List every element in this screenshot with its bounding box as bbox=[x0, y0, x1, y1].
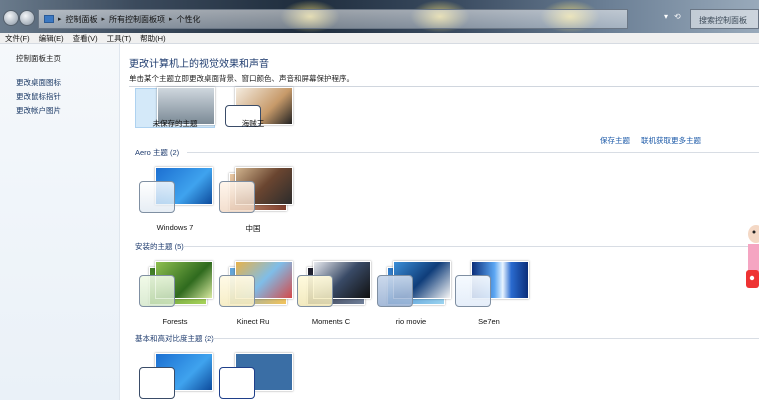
theme-color-chip bbox=[219, 367, 255, 399]
menu-file[interactable]: 文件(F) bbox=[5, 33, 30, 43]
theme-label-moments: Moments C bbox=[311, 317, 351, 326]
menu-view[interactable]: 查看(V) bbox=[73, 33, 98, 43]
breadcrumb-all-items[interactable]: 所有控制面板项 bbox=[109, 14, 165, 25]
group-title-aero: Aero 主题 (2) bbox=[135, 148, 180, 157]
theme-color-chip bbox=[139, 275, 175, 307]
theme-rio[interactable] bbox=[375, 261, 455, 307]
menubar: 文件(F) 编辑(E) 查看(V) 工具(T) 帮助(H) bbox=[0, 33, 759, 44]
mascot-icon bbox=[746, 225, 759, 288]
theme-color-chip bbox=[297, 275, 333, 307]
group-divider bbox=[183, 246, 759, 247]
theme-label-forests: Forests bbox=[162, 317, 188, 326]
sidebar-link-desktop-icons[interactable]: 更改桌面图标 bbox=[16, 77, 119, 88]
theme-label-kinect: Kinect Ru bbox=[236, 317, 270, 326]
breadcrumb-personalization[interactable]: 个性化 bbox=[177, 14, 201, 25]
window-titlebar: ▸ 控制面板 ▸ 所有控制面板项 ▸ 个性化 ▾ ⟲ 搜索控制面板 bbox=[0, 0, 759, 33]
save-theme-link[interactable]: 保存主题 bbox=[600, 135, 630, 146]
menu-edit[interactable]: 编辑(E) bbox=[39, 33, 64, 43]
get-more-themes-link[interactable]: 联机获取更多主题 bbox=[641, 135, 701, 146]
theme-label-unsaved: 未保存的主题 bbox=[152, 119, 198, 128]
theme-forests[interactable] bbox=[137, 261, 217, 307]
theme-color-chip bbox=[139, 181, 175, 213]
theme-china[interactable] bbox=[217, 167, 297, 213]
menu-tools[interactable]: 工具(T) bbox=[107, 33, 132, 43]
chevron-right-icon[interactable]: ▸ bbox=[169, 15, 173, 23]
theme-windows7-basic[interactable] bbox=[137, 353, 217, 399]
forward-button[interactable] bbox=[19, 10, 35, 26]
address-controls: ▾ ⟲ bbox=[664, 12, 681, 21]
theme-color-chip bbox=[139, 367, 175, 399]
group-divider bbox=[187, 152, 759, 153]
theme-label-se7en: Se7en bbox=[478, 317, 500, 326]
theme-color-chip bbox=[377, 275, 413, 307]
sidebar: 控制面板主页 更改桌面图标 更改鼠标指针 更改帐户图片 bbox=[0, 44, 120, 400]
sidebar-home-link[interactable]: 控制面板主页 bbox=[16, 53, 119, 64]
theme-label-china: 中国 bbox=[245, 224, 261, 233]
theme-label-rio: rio movie bbox=[395, 317, 427, 326]
control-panel-icon bbox=[44, 15, 54, 23]
group-title-basic: 基本和高对比度主题 (2) bbox=[135, 334, 214, 343]
page-title: 更改计算机上的视觉效果和声音 bbox=[129, 59, 269, 70]
sidebar-link-account-picture[interactable]: 更改帐户图片 bbox=[16, 105, 119, 116]
theme-windows7[interactable] bbox=[137, 167, 217, 213]
group-divider bbox=[205, 338, 759, 339]
group-title-installed: 安装的主题 (5) bbox=[135, 242, 184, 251]
chevron-right-icon[interactable]: ▸ bbox=[102, 15, 106, 23]
theme-color-chip bbox=[219, 181, 255, 213]
menu-help[interactable]: 帮助(H) bbox=[140, 33, 165, 43]
sidebar-link-mouse-pointer[interactable]: 更改鼠标指针 bbox=[16, 91, 119, 102]
theme-color-chip bbox=[455, 275, 491, 307]
refresh-icon[interactable]: ⟲ bbox=[674, 12, 681, 21]
dropdown-arrow-icon[interactable]: ▾ bbox=[664, 12, 668, 21]
breadcrumb-control-panel[interactable]: 控制面板 bbox=[66, 14, 98, 25]
theme-color-chip bbox=[219, 275, 255, 307]
theme-classic[interactable] bbox=[217, 353, 297, 399]
chevron-right-icon[interactable]: ▸ bbox=[58, 15, 62, 23]
theme-se7en[interactable] bbox=[453, 261, 533, 307]
theme-list[interactable]: 未保存的主题 海贼王 保存主题 联机获取更多主题 Aero 主题 (2) Win… bbox=[129, 86, 759, 400]
theme-label-windows7: Windows 7 bbox=[156, 223, 194, 232]
search-input[interactable]: 搜索控制面板 bbox=[690, 9, 759, 29]
theme-label-one-piece: 海贼王 bbox=[241, 119, 265, 128]
address-bar[interactable]: ▸ 控制面板 ▸ 所有控制面板项 ▸ 个性化 bbox=[38, 9, 628, 29]
theme-kinect[interactable] bbox=[217, 261, 297, 307]
main-content: 更改计算机上的视觉效果和声音 单击某个主题立即更改桌面背景、窗口颜色、声音和屏幕… bbox=[120, 44, 759, 400]
desktop-mascot bbox=[742, 220, 759, 300]
back-button[interactable] bbox=[3, 10, 19, 26]
theme-moments[interactable] bbox=[295, 261, 375, 307]
